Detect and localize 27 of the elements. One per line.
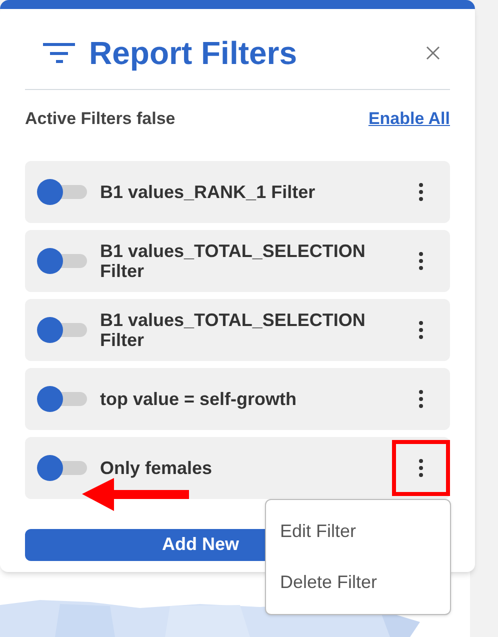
more-icon[interactable] — [419, 320, 423, 338]
filter-row[interactable]: Only females — [25, 436, 450, 498]
close-icon[interactable] — [426, 46, 440, 60]
toggle-switch[interactable] — [37, 454, 87, 480]
panel-title: Report Filters — [89, 34, 298, 73]
more-icon[interactable] — [419, 458, 423, 476]
filter-row[interactable]: B1 values_TOTAL_SELECTION Filter — [25, 230, 450, 292]
filter-label: B1 values_TOTAL_SELECTION Filter — [100, 310, 366, 350]
filter-label: B1 values_TOTAL_SELECTION Filter — [100, 240, 366, 280]
filter-row[interactable]: B1 values_RANK_1 Filter — [25, 160, 450, 222]
more-icon[interactable] — [419, 182, 423, 200]
arrow-icon — [82, 478, 189, 511]
toggle-switch[interactable] — [37, 316, 87, 342]
filter-row[interactable]: top value = self-growth — [25, 368, 450, 430]
toggle-switch[interactable] — [37, 386, 87, 412]
toggle-switch[interactable] — [37, 248, 87, 274]
more-icon[interactable] — [419, 390, 423, 408]
toggle-switch[interactable] — [37, 178, 87, 204]
more-icon[interactable] — [419, 252, 423, 270]
filter-label: top value = self-growth — [100, 388, 298, 408]
enable-all-link[interactable]: Enable All — [368, 106, 450, 132]
filter-icon — [43, 42, 75, 64]
filter-label: B1 values_RANK_1 Filter — [100, 182, 316, 202]
active-filters-label: Active Filters false — [25, 108, 176, 130]
menu-item[interactable]: Delete Filter — [266, 569, 450, 596]
filter-label: Only females — [100, 458, 214, 478]
filter-row[interactable]: B1 values_TOTAL_SELECTION Filter — [25, 298, 450, 360]
